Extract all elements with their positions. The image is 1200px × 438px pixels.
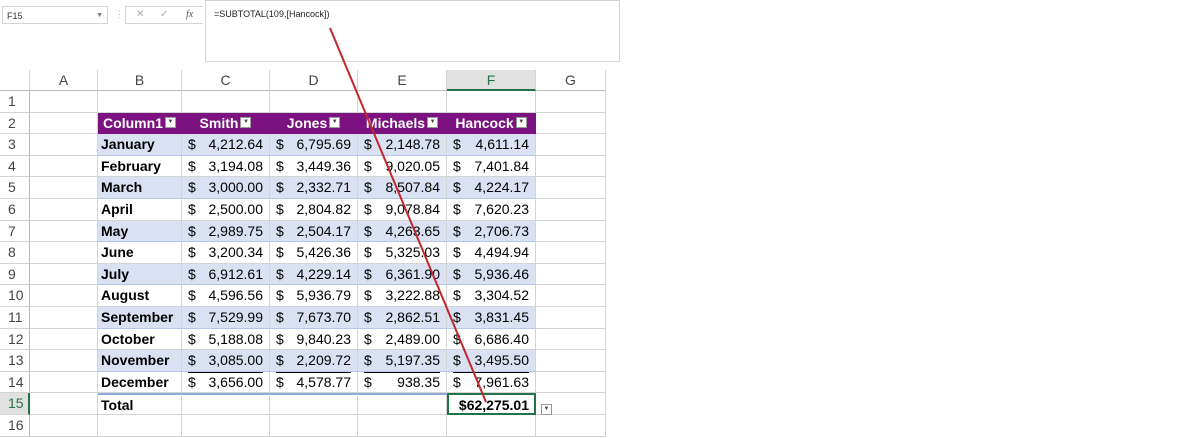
annotation-line — [329, 27, 487, 403]
annotation-arrow — [329, 27, 487, 403]
